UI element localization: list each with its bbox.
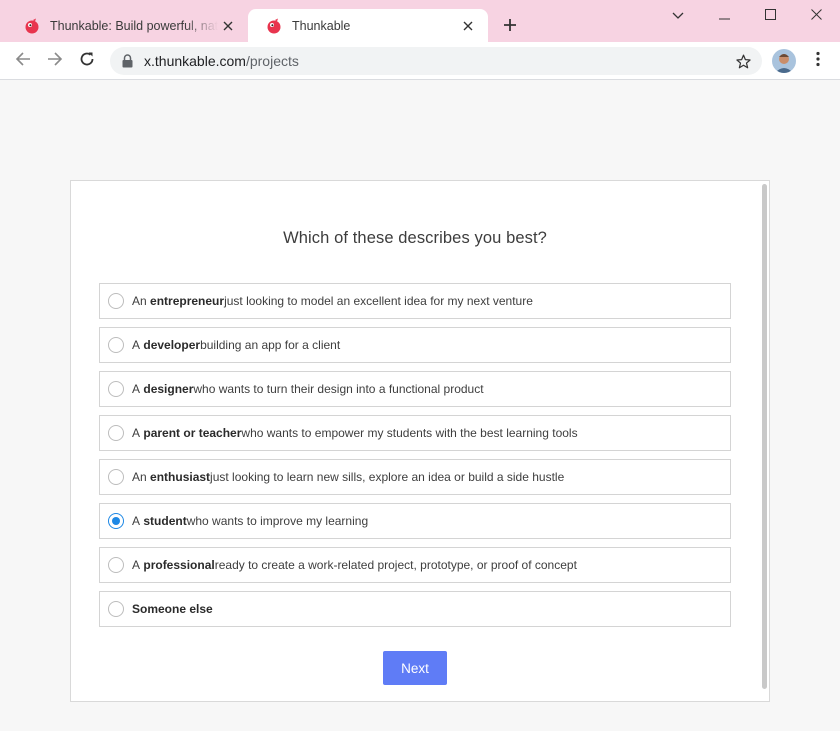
option-prefix: An [132, 294, 147, 308]
tab-search-button[interactable] [655, 3, 701, 29]
tab-strip: Thunkable: Build powerful, native Thunka… [0, 0, 840, 42]
browser-toolbar: x.thunkable.com/projects [0, 42, 840, 80]
survey-options: An entrepreneur just looking to model an… [99, 283, 731, 635]
close-window-button[interactable] [793, 3, 839, 29]
onboarding-survey-card: Which of these describes you best? An en… [70, 180, 770, 702]
back-arrow-icon [15, 51, 31, 72]
radio-button[interactable] [108, 337, 124, 353]
option-designer[interactable]: A designer who wants to turn their desig… [99, 371, 731, 407]
option-prefix: An [132, 470, 147, 484]
browser-menu-button[interactable] [806, 47, 830, 75]
option-suffix: who wants to improve my learning [186, 514, 369, 528]
url-host: x.thunkable.com [144, 53, 246, 69]
tab-title: Thunkable [292, 18, 351, 33]
option-suffix: just looking to model an excellent idea … [224, 294, 533, 308]
option-enthusiast[interactable]: An enthusiast just looking to learn new … [99, 459, 731, 495]
option-professional[interactable]: A professional ready to create a work-re… [99, 547, 731, 583]
radio-button[interactable] [108, 425, 124, 441]
star-icon[interactable] [730, 48, 756, 74]
tab-thunkable[interactable]: Thunkable [248, 9, 488, 42]
option-prefix: A [132, 514, 141, 528]
option-suffix: who wants to turn their design into a fu… [193, 382, 484, 396]
option-prefix: A [132, 382, 141, 396]
next-button[interactable]: Next [383, 651, 447, 685]
url-path: /projects [245, 53, 299, 69]
maximize-button[interactable] [747, 3, 793, 29]
maximize-icon [764, 7, 776, 25]
option-role: student [143, 514, 187, 528]
option-prefix: A [132, 338, 141, 352]
option-parent-or-teacher[interactable]: A parent or teacher who wants to empower… [99, 415, 731, 451]
option-entrepreneur[interactable]: An entrepreneur just looking to model an… [99, 283, 731, 319]
option-role: parent or teacher [143, 426, 242, 440]
radio-button[interactable] [108, 469, 124, 485]
tab-thunkable-home[interactable]: Thunkable: Build powerful, native [6, 9, 248, 42]
chevron-down-icon [672, 7, 684, 25]
back-button[interactable] [9, 47, 37, 75]
option-role: designer [143, 382, 194, 396]
url-text[interactable]: x.thunkable.com/projects [144, 53, 730, 69]
option-role: entrepreneur [150, 294, 225, 308]
thunkable-favicon-icon [24, 18, 40, 34]
plus-icon [503, 18, 517, 37]
tab-title: Thunkable: Build powerful, native [50, 18, 218, 33]
forward-button[interactable] [41, 47, 69, 75]
lock-icon[interactable] [120, 53, 134, 69]
close-icon[interactable] [218, 16, 238, 36]
option-suffix: building an app for a client [200, 338, 341, 352]
kebab-menu-icon [816, 51, 820, 72]
close-icon[interactable] [458, 16, 478, 36]
reload-icon [79, 51, 95, 72]
option-suffix: who wants to empower my students with th… [241, 426, 578, 440]
address-bar[interactable]: x.thunkable.com/projects [110, 47, 762, 75]
option-prefix: A [132, 558, 141, 572]
radio-button[interactable] [108, 381, 124, 397]
thunkable-favicon-icon [266, 18, 282, 34]
option-student[interactable]: A student who wants to improve my learni… [99, 503, 731, 539]
option-role: enthusiast [150, 470, 211, 484]
close-icon [810, 7, 822, 25]
new-tab-button[interactable] [497, 14, 523, 40]
option-role: developer [143, 338, 201, 352]
option-suffix: just looking to learn new sills, explore… [210, 470, 565, 484]
option-prefix: A [132, 426, 141, 440]
option-someone-else[interactable]: Someone else [99, 591, 731, 627]
option-developer[interactable]: A developer building an app for a client [99, 327, 731, 363]
radio-button[interactable] [108, 601, 124, 617]
option-suffix: ready to create a work-related project, … [214, 558, 577, 572]
reload-button[interactable] [73, 47, 101, 75]
profile-avatar[interactable] [772, 49, 796, 73]
scrollbar[interactable] [762, 184, 767, 689]
forward-arrow-icon [47, 51, 63, 72]
option-role: professional [143, 558, 215, 572]
option-role: Someone else [132, 602, 213, 616]
survey-question: Which of these describes you best? [283, 229, 547, 247]
minimize-button[interactable] [701, 3, 747, 29]
radio-button[interactable] [108, 557, 124, 573]
radio-button[interactable] [108, 513, 124, 529]
minimize-icon [718, 7, 730, 25]
radio-button[interactable] [108, 293, 124, 309]
